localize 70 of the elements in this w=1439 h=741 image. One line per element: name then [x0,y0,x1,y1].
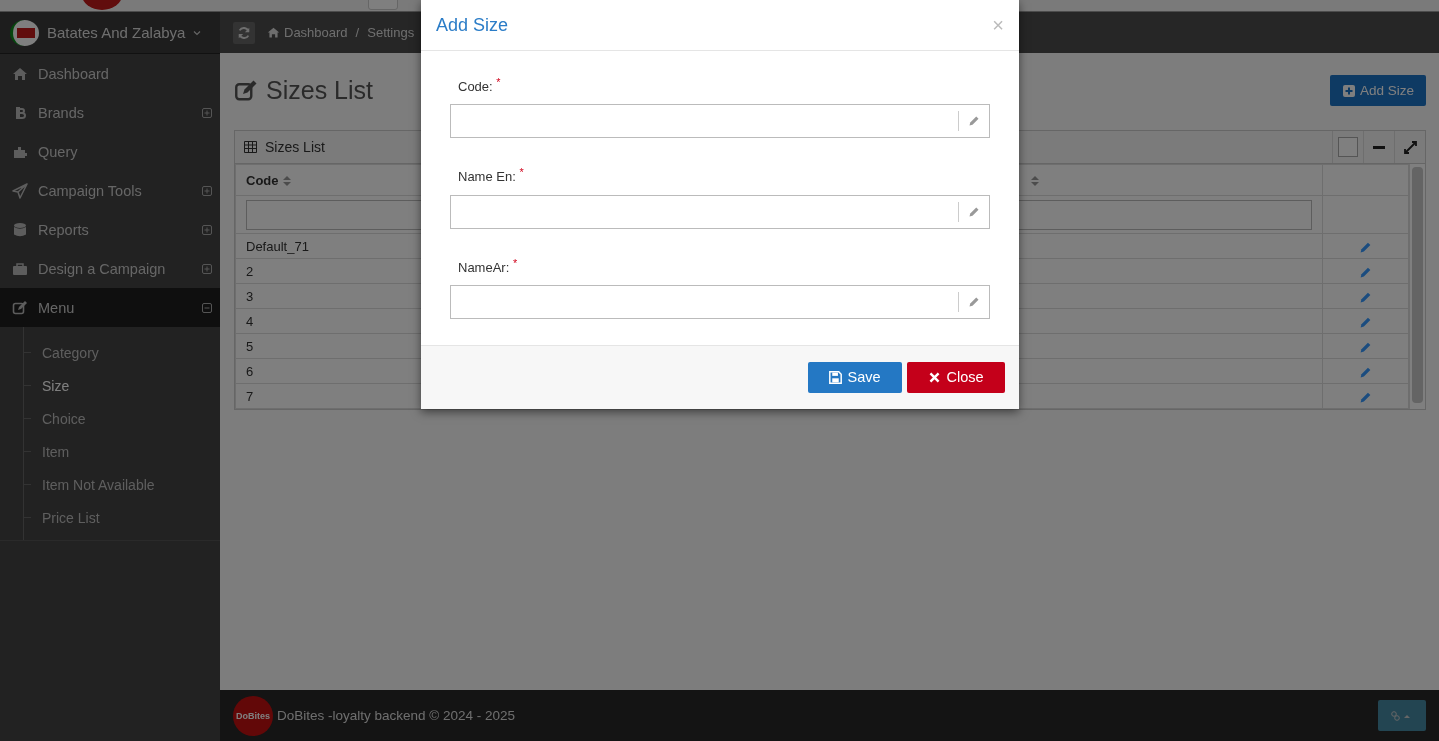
breadcrumb-separator: / [354,25,361,40]
submenu-item[interactable]: Size [42,377,70,394]
brand-logo-icon [10,19,39,46]
pencil-icon[interactable] [1358,340,1372,354]
close-button[interactable]: Close [907,362,1005,393]
add-size-button[interactable]: Add Size [1329,75,1426,106]
pencil-icon [968,296,980,308]
briefcase-icon [12,260,28,277]
caret-icon [193,28,202,37]
breadcrumb-link[interactable]: Dashboard [284,25,348,40]
plus-icon [1342,84,1355,97]
field-label: Name En: $^{*}$ [458,166,524,185]
page-title: Sizes List [266,76,373,105]
submenu-item[interactable]: Item Not Available [42,476,155,493]
pencil-icon[interactable] [1358,290,1372,304]
send-icon [12,182,28,199]
sidebar-item[interactable]: Query [0,132,220,171]
expand-icon[interactable] [202,185,212,196]
sort-icon[interactable] [282,176,291,187]
submenu-item[interactable]: Price List [42,509,100,526]
pencil-icon [968,205,980,218]
home-icon [12,65,28,82]
submenu-item[interactable]: Choice [42,410,86,427]
links-toggle-button[interactable] [1378,700,1426,731]
edit-icon [12,299,28,316]
sidebar-item[interactable]: Menu [0,288,220,327]
sidebar-item[interactable]: Brands [0,93,220,132]
dobites-logo: DoBites [233,695,273,736]
input-field[interactable] [450,285,990,319]
field-label: NameAr: $^{*}$ [458,256,518,275]
pencil-icon[interactable] [1358,240,1372,254]
close-icon [928,371,942,384]
field-label: Code: $^{*}$ [458,76,501,95]
brand-selector[interactable]: Batates And Zalabya [0,12,220,54]
submenu-item[interactable]: Item [42,443,70,460]
column-header[interactable]: Code [246,172,279,188]
input-field[interactable] [450,104,990,139]
minimize-icon[interactable] [1373,145,1385,149]
table-icon [244,141,257,153]
expand-icon[interactable] [202,224,212,235]
pencil-icon[interactable] [1358,265,1372,279]
sidebar-item[interactable]: Campaign Tools [0,171,220,210]
expand-arrows-icon[interactable] [1403,140,1417,154]
pencil-icon[interactable] [1358,315,1372,329]
save-button[interactable]: Save [808,362,902,393]
checkbox[interactable] [1338,137,1358,157]
refresh-icon[interactable] [233,21,255,44]
collapse-icon[interactable] [202,302,212,313]
submenu-item[interactable]: Category [42,344,99,361]
edit-icon [234,78,258,103]
link-caret-icon [1391,710,1413,721]
pencil-icon[interactable] [1358,390,1372,404]
top-button[interactable] [368,0,398,10]
footer-text: DoBites -loyalty backend © 2024 - 2025 [277,708,517,723]
input-field[interactable] [450,194,990,229]
pencil-icon[interactable] [1358,365,1372,379]
sidebar-item[interactable]: Design a Campaign [0,249,220,288]
pencil-icon [968,115,980,128]
expand-icon[interactable] [202,263,212,274]
expand-icon[interactable] [202,107,212,118]
sort-icon[interactable] [1030,176,1039,187]
scrollbar-thumb[interactable] [1412,167,1423,403]
sidebar-item[interactable]: Dashboard [0,54,220,93]
breadcrumb-link[interactable]: Settings [367,25,415,40]
home-icon [267,26,280,39]
dialog-title: Add Size [436,14,509,36]
database-icon [12,221,28,238]
close-button[interactable]: × [992,13,1004,37]
panel-title: Sizes List [265,139,325,155]
sidebar-item[interactable]: Reports [0,210,220,249]
